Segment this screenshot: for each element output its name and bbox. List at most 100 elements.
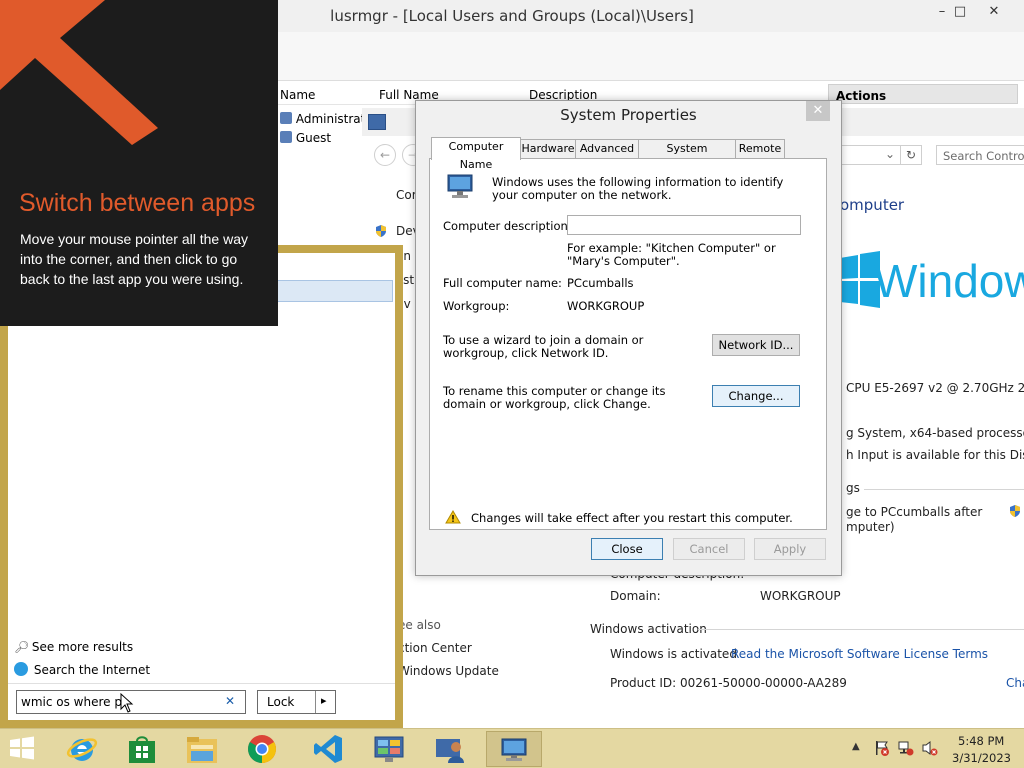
change-product-key-link[interactable]: Cha — [1006, 676, 1024, 690]
cancel-button[interactable]: Cancel — [673, 538, 745, 560]
change-settings-text: ge to PCcumballs after — [846, 505, 983, 519]
search-query: wmic os where p — [21, 695, 122, 709]
search-internet-item[interactable]: Search the Internet — [14, 662, 150, 677]
action-center-link[interactable]: ction Center — [398, 641, 472, 655]
divider — [315, 691, 316, 713]
tab-advanced[interactable]: Advanced — [575, 139, 639, 158]
system-icon — [368, 114, 386, 130]
see-also-heading: ee also — [398, 618, 441, 632]
lusrmgr-title: lusrmgr - [Local Users and Groups (Local… — [330, 7, 694, 25]
license-terms-link[interactable]: Read the Microsoft Software License Term… — [731, 647, 988, 661]
section-computer-name-settings: gs — [846, 481, 860, 495]
power-options-arrow-icon[interactable]: ▸ — [321, 694, 327, 707]
user-row[interactable]: Guest — [280, 131, 331, 145]
tip-heading: Switch between apps — [19, 189, 256, 217]
network-id-button[interactable]: Network ID... — [712, 334, 800, 356]
tab-remote[interactable]: Remote — [735, 139, 785, 158]
user-icon — [280, 112, 292, 124]
product-id: Product ID: 00261-50000-00000-AA289 — [610, 676, 847, 690]
corner-arrow-icon — [0, 0, 160, 145]
column-name[interactable]: Name — [280, 88, 315, 102]
clock-date[interactable]: 3/31/2023 — [952, 751, 1011, 765]
dialog-title: System Properties — [560, 106, 697, 124]
network-icon[interactable] — [898, 740, 914, 756]
computer-description-label: Computer description: — [443, 219, 572, 233]
page-heading: omputer — [840, 196, 905, 214]
close-button[interactable]: ✕ — [978, 0, 1010, 26]
full-computer-name-label: Full computer name: — [443, 276, 562, 290]
windows-update-link[interactable]: Windows Update — [398, 664, 499, 678]
dialog-close-button[interactable]: ✕ — [806, 101, 830, 121]
tip-body: Move your mouse pointer all the way into… — [20, 231, 248, 287]
close-button[interactable]: Close — [591, 538, 663, 560]
domain-label: Domain: — [610, 589, 661, 603]
rename-text: To rename this computer or change its do… — [443, 384, 666, 411]
see-more-results-label: See more results — [31, 640, 134, 654]
info-text: Windows uses the following information t… — [492, 175, 784, 202]
user-name: Administrat — [295, 112, 366, 126]
see-more-results-item[interactable]: 🔎︎ See more results — [14, 640, 133, 654]
shield-icon[interactable] — [1008, 504, 1022, 518]
action-center-flag-icon[interactable] — [874, 740, 890, 756]
show-hidden-icons-chevron-icon[interactable]: ▲ — [852, 741, 860, 752]
windows-brand: Window — [874, 255, 1024, 307]
switch-apps-tip: Switch between apps Move your mouse poin… — [0, 0, 278, 326]
search-internet-label: Search the Internet — [33, 663, 151, 677]
address-dropdown[interactable]: ⌄ — [840, 145, 900, 165]
activation-status: Windows is activated — [610, 647, 737, 661]
search-placeholder: Search Control — [943, 149, 1024, 163]
computer-description-input[interactable] — [567, 215, 801, 235]
power-lock-button[interactable]: Lock ▸ — [257, 690, 336, 714]
tab-hardware[interactable]: Hardware — [520, 139, 576, 158]
tab-computer-name[interactable]: Computer Name — [431, 137, 521, 171]
sidebar-item-control-panel-home[interactable]: Cor — [396, 188, 417, 202]
chevron-down-icon: ⌄ — [885, 147, 896, 161]
clock-time[interactable]: 5:48 PM — [958, 734, 1004, 748]
computer-icon — [444, 173, 476, 201]
example-text: For example: "Kitchen Computer" or "Mary… — [567, 241, 776, 268]
system-taskbar-icon[interactable] — [486, 731, 542, 767]
user-name: Guest — [295, 131, 332, 145]
internet-explorer-icon — [14, 662, 28, 676]
chrome-taskbar-icon[interactable] — [234, 731, 290, 767]
pen-touch-value: h Input is available for this Display — [846, 448, 1024, 462]
back-arrow-icon[interactable]: ← — [374, 144, 396, 166]
dialog-title-bar[interactable]: System Properties — [416, 101, 841, 129]
search-icon: 🔎︎ — [14, 640, 30, 654]
refresh-icon[interactable]: ↻ — [900, 145, 922, 165]
shield-icon — [374, 224, 388, 238]
lock-label: Lock — [267, 695, 295, 709]
full-computer-name-value: PCcumballs — [567, 276, 634, 290]
clear-search-button[interactable]: ✕ — [225, 694, 235, 708]
change-button[interactable]: Change... — [712, 385, 800, 407]
user-row[interactable]: Administrat — [280, 112, 365, 126]
divider — [8, 683, 395, 684]
users-taskbar-icon[interactable] — [422, 731, 478, 767]
store-taskbar-icon[interactable] — [114, 731, 170, 767]
warning-icon — [445, 510, 461, 524]
vscode-taskbar-icon[interactable] — [300, 731, 356, 767]
processor-value: CPU E5-2697 v2 @ 2.70GHz 2.70 ( — [846, 381, 1024, 395]
apply-button[interactable]: Apply — [754, 538, 826, 560]
control-panel-taskbar-icon[interactable] — [361, 731, 417, 767]
tab-system-protection[interactable]: System Protection — [638, 139, 736, 173]
internet-explorer-taskbar-icon[interactable] — [54, 731, 110, 767]
system-type-value: g System, x64-based processor — [846, 426, 1024, 440]
system-properties-dialog: System Properties ✕ Computer Name Hardwa… — [415, 100, 842, 576]
volume-muted-icon[interactable] — [922, 740, 938, 756]
restart-note: Changes will take effect after you resta… — [471, 511, 793, 525]
maximize-button[interactable]: □ — [944, 0, 976, 26]
mouse-cursor-icon — [120, 692, 134, 713]
domain-value: WORKGROUP — [760, 589, 841, 603]
search-control-panel-input[interactable]: Search Control — [936, 145, 1024, 165]
windows-activation-heading: Windows activation — [590, 622, 707, 636]
workgroup-value: WORKGROUP — [567, 299, 645, 313]
change-settings-text-2: mputer) — [846, 520, 895, 534]
computer-name-panel: Windows uses the following information t… — [429, 158, 827, 530]
actions-header: Actions — [828, 84, 1018, 104]
start-button[interactable] — [8, 736, 36, 760]
user-icon — [280, 131, 292, 143]
section-divider — [864, 489, 1024, 490]
section-divider — [698, 629, 1024, 630]
file-explorer-taskbar-icon[interactable] — [174, 731, 230, 767]
